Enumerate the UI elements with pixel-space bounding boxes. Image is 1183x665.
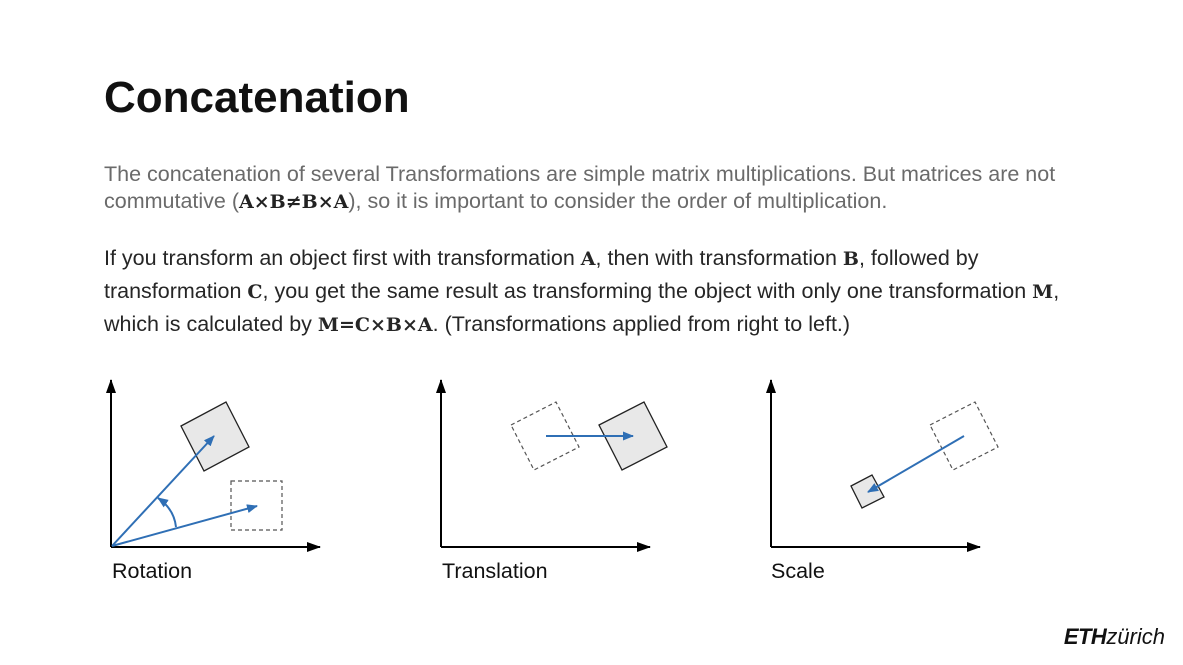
translation-diagram [436,379,668,552]
original-vector [111,504,258,547]
scaled-square [850,474,885,509]
scale-axes [766,379,981,552]
logo-eth: ETH [1063,624,1107,649]
rotation-label: Rotation [112,559,193,583]
scale-vector [867,435,965,493]
rotation-diagram [106,379,321,552]
scale-label: Scale [771,559,825,583]
rotated-vector [111,435,215,547]
scale-diagram [766,379,999,552]
translation-label: Translation [442,559,548,583]
rotation-angle-arc [157,497,177,528]
logo-zurich: zürich [1106,624,1165,649]
eth-zurich-logo: ETHzürich [1064,624,1165,650]
